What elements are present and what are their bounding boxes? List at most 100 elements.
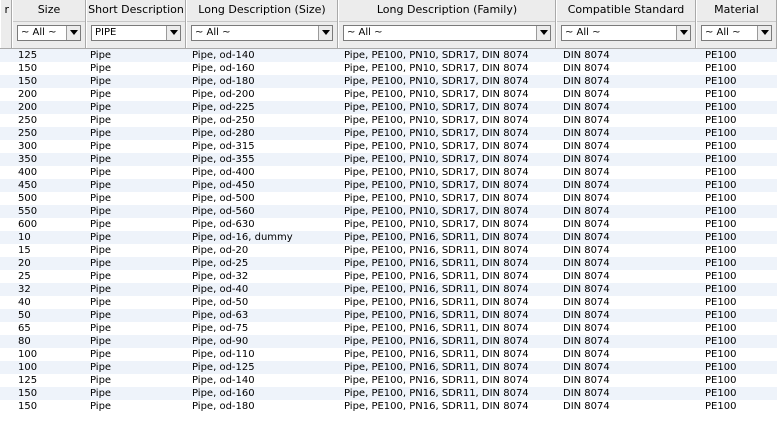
table-row[interactable]: 25 Pipe Pipe, od-32 Pipe, PE100, PN16, SDR1…	[0, 270, 777, 283]
cell-longfam: Pipe, PE100, PN16, SDR11, DIN 8074	[344, 310, 529, 321]
table-row[interactable]: 125 Pipe Pipe, od-140 Pipe, PE100, PN16, SD…	[0, 374, 777, 387]
table-row[interactable]: 250 Pipe Pipe, od-250 Pipe, PE100, PN10, SD…	[0, 114, 777, 127]
table-row[interactable]: 150 Pipe Pipe, od-180 Pipe, PE100, PN16, SD…	[0, 400, 777, 413]
table-row[interactable]: 50 Pipe Pipe, od-63 Pipe, PE100, PN16, SDR1…	[0, 309, 777, 322]
filter-value: ~ All ~	[21, 27, 57, 38]
cell-std: DIN 8074	[563, 336, 610, 347]
column-header-size[interactable]: Size ~ All ~	[12, 0, 86, 48]
table-row[interactable]: 10 Pipe Pipe, od-16, dummy Pipe, PE100, PN1…	[0, 231, 777, 244]
cell-mat: PE100	[705, 232, 737, 243]
cell-longsize: Pipe, od-50	[192, 297, 249, 308]
dropdown-arrow-icon[interactable]	[66, 26, 80, 40]
cell-longfam: Pipe, PE100, PN10, SDR17, DIN 8074	[344, 193, 529, 204]
table-row[interactable]: 125 Pipe Pipe, od-140 Pipe, PE100, PN10, SD…	[0, 49, 777, 62]
cell-longsize: Pipe, od-90	[192, 336, 249, 347]
cell-longfam: Pipe, PE100, PN10, SDR17, DIN 8074	[344, 141, 529, 152]
table-row[interactable]: 350 Pipe Pipe, od-355 Pipe, PE100, PN10, SD…	[0, 153, 777, 166]
cell-std: DIN 8074	[563, 284, 610, 295]
cell-mat: PE100	[705, 50, 737, 61]
cell-mat: PE100	[705, 323, 737, 334]
cell-longfam: Pipe, PE100, PN10, SDR17, DIN 8074	[344, 89, 529, 100]
cell-longsize: Pipe, od-160	[192, 63, 255, 74]
filter-dropdown-longfam[interactable]: ~ All ~	[343, 25, 551, 41]
cell-longfam: Pipe, PE100, PN10, SDR17, DIN 8074	[344, 115, 529, 126]
cell-std: DIN 8074	[563, 63, 610, 74]
column-header-longsize[interactable]: Long Description (Size) ~ All ~	[186, 0, 338, 48]
table-row[interactable]: 500 Pipe Pipe, od-500 Pipe, PE100, PN10, SD…	[0, 192, 777, 205]
table-row[interactable]: 400 Pipe Pipe, od-400 Pipe, PE100, PN10, SD…	[0, 166, 777, 179]
table-row[interactable]: 600 Pipe Pipe, od-630 Pipe, PE100, PN10, SD…	[0, 218, 777, 231]
column-title: Short Description	[88, 3, 184, 16]
filter-dropdown-size[interactable]: ~ All ~	[17, 25, 81, 41]
cell-longfam: Pipe, PE100, PN10, SDR17, DIN 8074	[344, 206, 529, 217]
column-header-mat[interactable]: Material ~ All ~	[696, 0, 777, 48]
dropdown-arrow-icon[interactable]	[536, 26, 550, 40]
cell-mat: PE100	[705, 76, 737, 87]
table-row[interactable]: 150 Pipe Pipe, od-160 Pipe, PE100, PN16, SD…	[0, 387, 777, 400]
table-row[interactable]: 80 Pipe Pipe, od-90 Pipe, PE100, PN16, SDR1…	[0, 335, 777, 348]
cell-longfam: Pipe, PE100, PN16, SDR11, DIN 8074	[344, 388, 529, 399]
column-title: Long Description (Size)	[198, 3, 326, 16]
table-row[interactable]: 40 Pipe Pipe, od-50 Pipe, PE100, PN16, SDR1…	[0, 296, 777, 309]
table-row[interactable]: 32 Pipe Pipe, od-40 Pipe, PE100, PN16, SDR1…	[0, 283, 777, 296]
table-row[interactable]: 15 Pipe Pipe, od-20 Pipe, PE100, PN16, SDR1…	[0, 244, 777, 257]
cell-mat: PE100	[705, 167, 737, 178]
cell-std: DIN 8074	[563, 154, 610, 165]
dropdown-arrow-icon[interactable]	[757, 26, 771, 40]
cell-mat: PE100	[705, 375, 737, 386]
cell-short: Pipe	[90, 167, 112, 178]
table-row[interactable]: 150 Pipe Pipe, od-180 Pipe, PE100, PN10, SD…	[0, 75, 777, 88]
cell-mat: PE100	[705, 297, 737, 308]
cell-size: 150	[18, 63, 38, 74]
cell-longfam: Pipe, PE100, PN10, SDR17, DIN 8074	[344, 180, 529, 191]
cell-longsize: Pipe, od-450	[192, 180, 255, 191]
table-row[interactable]: 250 Pipe Pipe, od-280 Pipe, PE100, PN10, SD…	[0, 127, 777, 140]
cell-size: 10	[18, 232, 31, 243]
cell-size: 250	[18, 115, 38, 126]
filter-dropdown-longsize[interactable]: ~ All ~	[191, 25, 333, 41]
header-divider	[557, 21, 695, 22]
filter-dropdown-std[interactable]: ~ All ~	[561, 25, 691, 41]
column-title: Material	[714, 3, 759, 16]
cell-longfam: Pipe, PE100, PN10, SDR17, DIN 8074	[344, 63, 529, 74]
cell-size: 15	[18, 245, 31, 256]
column-header-prev[interactable]: r	[0, 0, 12, 48]
header-divider	[13, 21, 85, 22]
dropdown-arrow-icon[interactable]	[166, 26, 180, 40]
table-row[interactable]: 20 Pipe Pipe, od-25 Pipe, PE100, PN16, SDR1…	[0, 257, 777, 270]
column-header-short[interactable]: Short Description PIPE	[86, 0, 186, 48]
column-header-longfam[interactable]: Long Description (Family) ~ All ~	[338, 0, 556, 48]
dropdown-arrow-icon[interactable]	[318, 26, 332, 40]
column-header-std[interactable]: Compatible Standard ~ All ~	[556, 0, 696, 48]
dropdown-arrow-icon[interactable]	[676, 26, 690, 40]
cell-short: Pipe	[90, 323, 112, 334]
cell-longsize: Pipe, od-75	[192, 323, 249, 334]
cell-short: Pipe	[90, 193, 112, 204]
table-row[interactable]: 200 Pipe Pipe, od-225 Pipe, PE100, PN10, SD…	[0, 101, 777, 114]
cell-short: Pipe	[90, 102, 112, 113]
table-row[interactable]: 100 Pipe Pipe, od-110 Pipe, PE100, PN16, SD…	[0, 348, 777, 361]
table-row[interactable]: 450 Pipe Pipe, od-450 Pipe, PE100, PN10, SD…	[0, 179, 777, 192]
cell-mat: PE100	[705, 258, 737, 269]
cell-longfam: Pipe, PE100, PN16, SDR11, DIN 8074	[344, 375, 529, 386]
cell-longsize: Pipe, od-250	[192, 115, 255, 126]
filter-dropdown-short[interactable]: PIPE	[91, 25, 181, 41]
cell-mat: PE100	[705, 284, 737, 295]
table-row[interactable]: 100 Pipe Pipe, od-125 Pipe, PE100, PN16, SD…	[0, 361, 777, 374]
table-row[interactable]: 65 Pipe Pipe, od-75 Pipe, PE100, PN16, SDR1…	[0, 322, 777, 335]
table-row[interactable]: 200 Pipe Pipe, od-200 Pipe, PE100, PN10, SD…	[0, 88, 777, 101]
table-row[interactable]: 300 Pipe Pipe, od-315 Pipe, PE100, PN10, SD…	[0, 140, 777, 153]
cell-short: Pipe	[90, 76, 112, 87]
cell-short: Pipe	[90, 349, 112, 360]
cell-longsize: Pipe, od-280	[192, 128, 255, 139]
filter-value: ~ All ~	[195, 27, 231, 38]
header-divider	[339, 21, 555, 22]
filter-dropdown-mat[interactable]: ~ All ~	[701, 25, 772, 41]
column-title: Size	[37, 3, 61, 16]
table-row[interactable]: 150 Pipe Pipe, od-160 Pipe, PE100, PN10, SD…	[0, 62, 777, 75]
filter-value: PIPE	[95, 27, 117, 38]
cell-mat: PE100	[705, 193, 737, 204]
table-row[interactable]: 550 Pipe Pipe, od-560 Pipe, PE100, PN10, SD…	[0, 205, 777, 218]
cell-short: Pipe	[90, 297, 112, 308]
cell-longfam: Pipe, PE100, PN16, SDR11, DIN 8074	[344, 284, 529, 295]
